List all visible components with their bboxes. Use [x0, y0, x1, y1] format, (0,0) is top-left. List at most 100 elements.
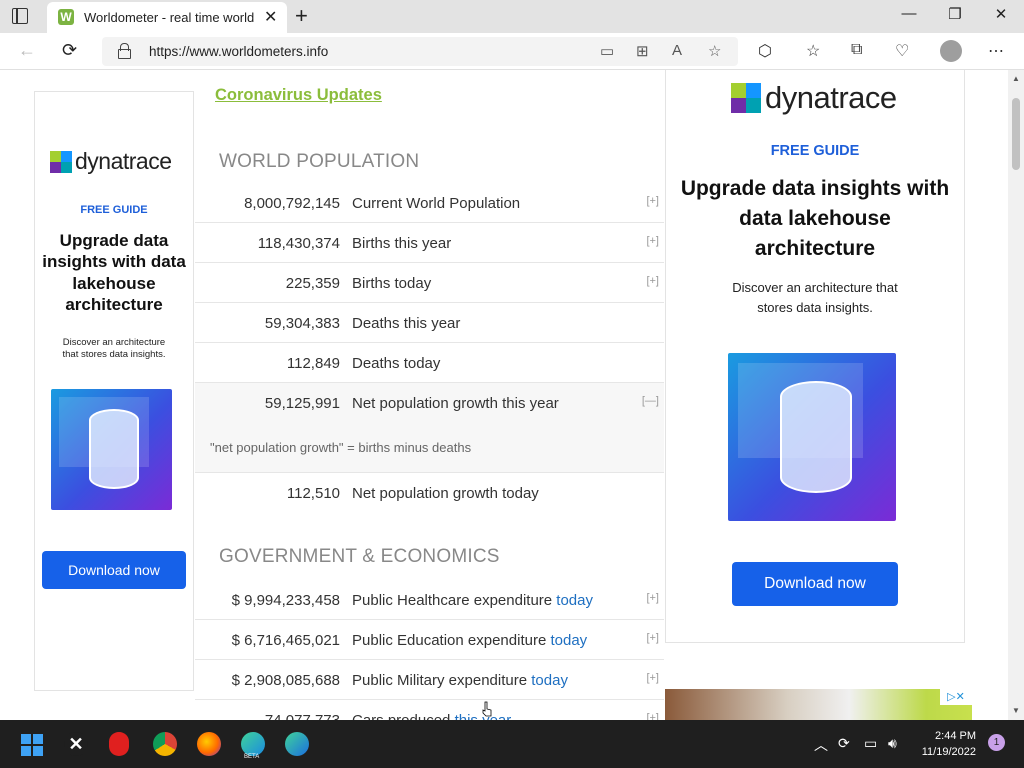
browser-essentials-icon[interactable]: ♡ [895, 41, 909, 61]
close-window-button[interactable]: ✕ [978, 5, 1024, 23]
stat-row: $ 6,716,465,021 Public Education expendi… [195, 620, 664, 660]
scroll-up-icon[interactable]: ▲ [1012, 74, 1020, 83]
download-now-button[interactable]: Download now [732, 562, 898, 606]
tab-actions-icon[interactable] [12, 7, 28, 24]
today-link[interactable]: today [531, 672, 568, 689]
download-now-button[interactable]: Download now [42, 551, 186, 589]
immersive-reader-icon[interactable]: ▭ [600, 42, 614, 60]
stat-value: 118,430,374 [257, 235, 340, 252]
stat-value: 74,077,773 [265, 712, 340, 720]
dynatrace-mark-icon [731, 83, 761, 113]
stat-value: 59,125,991 [264, 395, 340, 412]
back-button[interactable]: ← [18, 40, 36, 61]
expand-toggle[interactable]: [+] [646, 235, 659, 247]
restore-button[interactable]: ❐ [932, 5, 978, 23]
volume-icon[interactable]: 🔊︎ [888, 735, 897, 752]
today-link[interactable]: today [556, 592, 593, 609]
expand-toggle[interactable]: [+] [646, 712, 659, 720]
ad-headline: Upgrade data insights with data lakehous… [680, 177, 950, 260]
stat-value: 112,510 [286, 485, 340, 502]
stat-value: $ 6,716,465,021 [231, 632, 340, 649]
browser-toolbar: ← ⟳ https://www.worldometers.info ▭ ⊞ A … [0, 33, 1024, 70]
edge-beta-icon[interactable] [241, 732, 265, 756]
ad-illustration [51, 389, 172, 510]
dynatrace-logo: dynatrace [50, 148, 172, 175]
stat-label: Deaths today [352, 355, 441, 372]
dynatrace-wordmark: dynatrace [765, 80, 897, 115]
scroll-thumb[interactable] [1012, 98, 1020, 170]
collections-icon[interactable]: ⧉ [851, 41, 862, 59]
stat-label: Current World Population [352, 195, 521, 212]
firefox-icon[interactable] [197, 732, 221, 756]
coronavirus-updates-link[interactable]: Coronavirus Updates [215, 86, 382, 105]
section-title-government-economics: GOVERNMENT & ECONOMICS [219, 546, 500, 567]
profile-avatar[interactable] [940, 40, 962, 62]
opera-icon[interactable] [109, 732, 129, 756]
address-bar[interactable]: https://www.worldometers.info ▭ ⊞ A ☆ [102, 37, 738, 66]
stat-value: $ 2,908,085,688 [231, 672, 340, 689]
stat-value: 225,359 [285, 275, 340, 292]
stat-row: $ 2,908,085,688 Public Military expendit… [195, 660, 664, 700]
show-hidden-icons-icon[interactable]: ︿ [814, 735, 828, 755]
windows-taskbar: ✕ BETA ︿ ⟳ ▭ 🔊︎ 2:44 PM 11/19/2022 1 [0, 720, 1024, 768]
refresh-button[interactable]: ⟳ [62, 40, 77, 61]
ad-eyebrow: FREE GUIDE [80, 204, 148, 216]
minimize-button[interactable]: — [886, 5, 932, 22]
xsplit-icon[interactable]: ✕ [64, 732, 88, 756]
stat-label: Births this year [352, 235, 452, 252]
stat-label: Net population growth this year [352, 395, 559, 412]
stat-label: Net population growth today [352, 485, 539, 502]
page-viewport: dynatrace FREE GUIDE Upgrade data insigh… [0, 70, 1008, 720]
today-link[interactable]: today [550, 632, 587, 649]
stat-row: 225,359 Births today [+] [195, 263, 664, 303]
scroll-down-icon[interactable]: ▼ [1012, 706, 1020, 715]
expand-toggle[interactable]: [+] [646, 275, 659, 287]
stat-value: $ 9,994,233,458 [231, 592, 340, 609]
tab-close-icon[interactable]: ✕ [264, 7, 277, 27]
bottom-ad-banner[interactable]: ▷✕ [665, 689, 972, 720]
ad-right[interactable]: dynatrace FREE GUIDE Upgrade data insigh… [665, 70, 965, 643]
read-aloud-icon[interactable]: A [672, 42, 682, 59]
ad-left[interactable]: dynatrace FREE GUIDE Upgrade data insigh… [34, 91, 194, 691]
stat-row: 112,510 Net population growth today [195, 473, 664, 513]
more-menu-icon[interactable]: ⋯ [988, 41, 1004, 61]
network-icon[interactable]: ▭ [864, 735, 877, 752]
add-favorite-icon[interactable]: ☆ [708, 42, 721, 60]
worldometer-favicon-icon: W [58, 9, 74, 25]
windows-start-icon[interactable] [21, 734, 43, 756]
edge-icon[interactable] [285, 732, 309, 756]
stat-label: Deaths this year [352, 315, 461, 332]
stat-label: Births today [352, 275, 432, 292]
stat-value: 8,000,792,145 [244, 195, 340, 212]
stat-row: 112,849 Deaths today [195, 343, 664, 383]
clock-date[interactable]: 11/19/2022 [914, 746, 976, 758]
adchoices-close-icon[interactable]: ▷✕ [940, 689, 972, 705]
expand-toggle[interactable]: [+] [646, 632, 659, 644]
stat-row: $ 9,994,233,458 Public Healthcare expend… [195, 580, 664, 620]
sync-icon[interactable]: ⟳ [838, 735, 850, 752]
stat-value: 59,304,383 [264, 315, 340, 332]
apps-icon[interactable]: ⊞ [636, 42, 649, 60]
dynatrace-wordmark: dynatrace [75, 148, 172, 174]
url-text[interactable]: https://www.worldometers.info [149, 44, 328, 59]
stat-row: 59,304,383 Deaths this year [195, 303, 664, 343]
favorites-icon[interactable]: ☆ [806, 41, 820, 61]
ad-headline: Upgrade data insights with data lakehous… [42, 231, 186, 314]
expand-toggle[interactable]: [+] [646, 672, 659, 684]
page-scrollbar[interactable]: ▲ ▼ [1008, 70, 1024, 720]
tab-worldometer[interactable]: W Worldometer - real time world statisti… [47, 2, 287, 33]
new-tab-button[interactable]: + [295, 3, 308, 29]
stat-label: Public Healthcare expenditure today [352, 592, 593, 609]
clock-time[interactable]: 2:44 PM [914, 730, 976, 742]
ad-eyebrow: FREE GUIDE [770, 143, 860, 159]
expand-toggle[interactable]: [+] [646, 592, 659, 604]
chrome-icon[interactable] [153, 732, 177, 756]
extensions-icon[interactable]: ⬡ [758, 41, 772, 61]
tab-bar: W Worldometer - real time world statisti… [0, 0, 1024, 33]
collapse-toggle[interactable]: [—] [642, 395, 659, 407]
notification-badge[interactable]: 1 [988, 734, 1005, 751]
lock-icon[interactable] [118, 43, 131, 59]
expand-toggle[interactable]: [+] [646, 195, 659, 207]
ad-illustration [728, 353, 896, 521]
stat-row: 74,077,773 Cars produced this year [+] [195, 700, 664, 720]
